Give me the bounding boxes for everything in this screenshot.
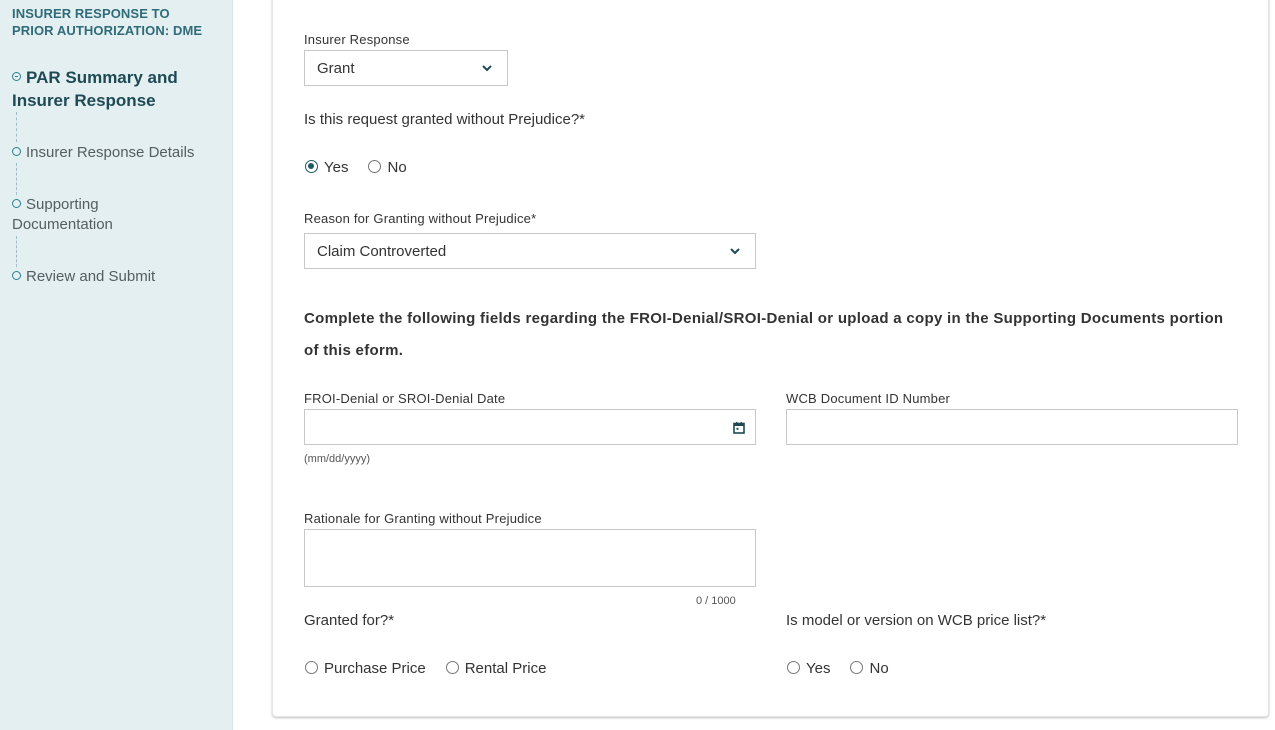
character-counter: 0 / 1000 bbox=[696, 595, 736, 607]
sidebar-title: INSURER RESPONSE TO PRIOR AUTHORIZATION:… bbox=[12, 6, 203, 38]
reason-value: Claim Controverted bbox=[317, 242, 447, 260]
sidebar-item-supporting-documentation[interactable]: Supporting Documentation bbox=[12, 195, 182, 235]
radio-purchase-price[interactable]: Purchase Price bbox=[305, 660, 426, 677]
step-icon bbox=[12, 199, 21, 208]
radio-unselected-icon[interactable] bbox=[368, 160, 382, 173]
granted-for-question: Granted for?* bbox=[304, 612, 395, 629]
radio-rental-price[interactable]: Rental Price bbox=[445, 660, 547, 677]
sidebar-item-label: Insurer Response Details bbox=[26, 144, 195, 161]
step-icon bbox=[12, 147, 21, 156]
date-format-hint: (mm/dd/yyyy) bbox=[304, 453, 370, 465]
chevron-down-icon bbox=[727, 243, 743, 259]
sidebar-item-review-submit[interactable]: Review and Submit bbox=[12, 267, 217, 287]
instruction-text: Complete the following fields regarding … bbox=[304, 310, 1224, 359]
insurer-response-select[interactable]: Grant bbox=[304, 50, 508, 86]
granted-without-prejudice-radio-group: Yes No bbox=[305, 159, 427, 176]
reason-select[interactable]: Claim Controverted bbox=[304, 233, 756, 269]
sidebar-item-label: Review and Submit bbox=[26, 268, 156, 285]
radio-selected-icon[interactable] bbox=[305, 160, 318, 173]
radio-label: Yes bbox=[806, 660, 831, 677]
radio-no[interactable]: No bbox=[368, 159, 407, 176]
sidebar-item-label: PAR Summary and Insurer Response bbox=[12, 68, 178, 110]
current-step-icon bbox=[12, 72, 21, 81]
granted-for-radio-group: Purchase Price Rental Price bbox=[305, 660, 566, 677]
sidebar-item-label: Supporting Documentation bbox=[12, 196, 113, 233]
insurer-response-value: Grant bbox=[317, 59, 355, 77]
sidebar: INSURER RESPONSE TO PRIOR AUTHORIZATION:… bbox=[0, 0, 233, 730]
calendar-icon[interactable] bbox=[733, 421, 745, 439]
rationale-textarea[interactable] bbox=[304, 529, 756, 587]
radio-yes[interactable]: Yes bbox=[305, 159, 348, 176]
rationale-label: Rationale for Granting without Prejudice bbox=[304, 511, 542, 526]
price-list-radio-group: Yes No bbox=[787, 660, 909, 677]
radio-no[interactable]: No bbox=[850, 660, 889, 677]
radio-unselected-icon[interactable] bbox=[305, 661, 318, 674]
sidebar-item-insurer-response-details[interactable]: Insurer Response Details bbox=[12, 143, 217, 163]
sidebar-item-par-summary[interactable]: PAR Summary and Insurer Response bbox=[12, 66, 217, 112]
radio-unselected-icon[interactable] bbox=[850, 661, 864, 674]
radio-label: Rental Price bbox=[464, 660, 547, 677]
radio-label: Yes bbox=[324, 159, 349, 176]
step-icon bbox=[12, 271, 21, 280]
step-connector bbox=[16, 163, 17, 195]
step-connector bbox=[16, 236, 17, 267]
chevron-down-icon bbox=[479, 60, 495, 76]
denial-date-label: FROI-Denial or SROI-Denial Date bbox=[304, 391, 506, 406]
insurer-response-label: Insurer Response bbox=[304, 32, 410, 47]
wcb-doc-id-label: WCB Document ID Number bbox=[786, 391, 951, 406]
granted-without-prejudice-question: Is this request granted without Prejudic… bbox=[304, 111, 585, 128]
denial-date-input[interactable] bbox=[304, 409, 756, 445]
radio-label: No bbox=[387, 159, 407, 176]
radio-unselected-icon[interactable] bbox=[445, 661, 459, 674]
reason-label: Reason for Granting without Prejudice* bbox=[304, 211, 537, 226]
price-list-question: Is model or version on WCB price list?* bbox=[786, 612, 1047, 629]
radio-unselected-icon[interactable] bbox=[787, 661, 800, 674]
wcb-doc-id-input[interactable] bbox=[786, 409, 1238, 445]
radio-yes[interactable]: Yes bbox=[787, 660, 830, 677]
radio-label: No bbox=[869, 660, 889, 677]
radio-label: Purchase Price bbox=[324, 660, 426, 677]
step-connector bbox=[16, 112, 17, 142]
